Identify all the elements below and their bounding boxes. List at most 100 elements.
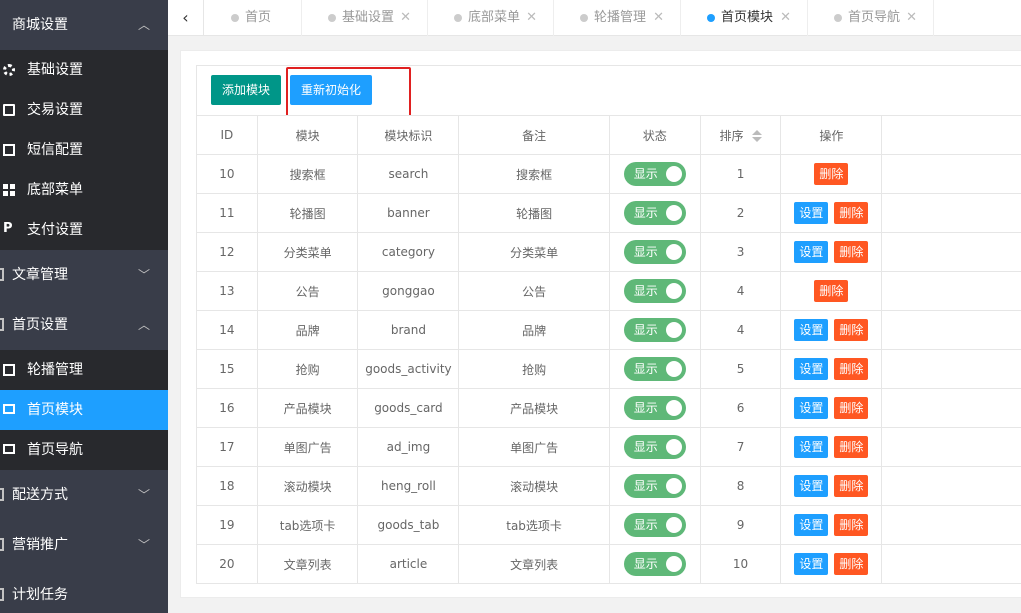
status-toggle[interactable]: 显示 [623, 279, 686, 303]
sidebar-item-label: 首页导航 [27, 442, 83, 458]
delete-button[interactable]: 删除 [814, 163, 849, 185]
grid-icon [3, 184, 15, 196]
close-icon[interactable]: ✕ [526, 0, 537, 36]
cell-note: 轮播图 [458, 193, 610, 233]
cell-module: 文章列表 [256, 544, 359, 584]
toggle-knob [665, 244, 682, 260]
set-button[interactable]: 设置 [794, 514, 829, 536]
close-icon[interactable]: ✕ [400, 0, 411, 36]
sidebar-group-marketing[interactable]: 营销推广 ﹀ [0, 520, 168, 570]
set-button[interactable]: 设置 [794, 319, 829, 341]
tab-label: 基础设置 [342, 10, 395, 25]
table-row: 17 单图广告 ad_img 单图广告 显示 7 设置 删除 [196, 427, 1021, 467]
sidebar-group-label: 配送方式 [12, 487, 68, 503]
add-module-button[interactable]: 添加模块 [211, 75, 282, 105]
cell-id: 18 [196, 466, 258, 506]
sidebar-group-label: 文章管理 [12, 267, 68, 283]
status-toggle-label: 显示 [633, 479, 658, 493]
cell-note: 单图广告 [458, 427, 610, 467]
delete-button[interactable]: 删除 [834, 241, 869, 263]
delete-button[interactable]: 删除 [834, 319, 869, 341]
tab-basic-settings[interactable]: 基础设置 ✕ [302, 0, 428, 36]
tab-banner-manage[interactable]: 轮播管理 ✕ [554, 0, 681, 36]
tab-home[interactable]: 首页 [205, 0, 302, 36]
status-toggle[interactable]: 显示 [623, 435, 686, 459]
sidebar-group-home-settings[interactable]: 首页设置 ︿ [0, 300, 168, 350]
sort-arrows-icon[interactable] [751, 130, 762, 142]
sidebar-item-home-nav[interactable]: 首页导航 [0, 430, 168, 470]
tab-bottom-menu[interactable]: 底部菜单 ✕ [428, 0, 554, 36]
status-toggle[interactable]: 显示 [623, 513, 686, 537]
sidebar-group-mall-settings[interactable]: 商城设置 ︿ [0, 0, 168, 50]
marketing-icon [0, 538, 4, 551]
cell-key: goods_activity [357, 349, 460, 389]
cell-actions: 设置 删除 [780, 232, 883, 272]
cell-key: goods_tab [357, 505, 460, 545]
cell-actions: 设置 删除 [780, 349, 883, 389]
sidebar-group-articles[interactable]: 文章管理 ﹀ [0, 250, 168, 300]
sidebar-item-home-modules[interactable]: 首页模块 [0, 390, 168, 430]
chevron-left-icon[interactable]: ‹ [168, 0, 204, 36]
cell-key: banner [357, 193, 460, 233]
status-toggle[interactable]: 显示 [623, 552, 686, 576]
sidebar-group-scheduled-tasks[interactable]: 计划任务 [0, 570, 168, 610]
cell-module: 单图广告 [256, 427, 359, 467]
sidebar-item-label: 首页模块 [27, 402, 83, 418]
table-row: 15 抢购 goods_activity 抢购 显示 5 设置 删除 [196, 349, 1021, 389]
mail-icon [3, 144, 15, 156]
delete-button[interactable]: 删除 [834, 553, 869, 575]
cell-note: 公告 [458, 271, 610, 311]
set-button[interactable]: 设置 [794, 553, 829, 575]
toggle-knob [665, 166, 682, 182]
status-toggle[interactable]: 显示 [623, 357, 686, 381]
set-button[interactable]: 设置 [794, 397, 829, 419]
delete-button[interactable]: 删除 [834, 358, 869, 380]
status-toggle[interactable]: 显示 [623, 201, 686, 225]
delete-button[interactable]: 删除 [814, 280, 849, 302]
col-header-empty [881, 115, 1021, 155]
table-body: 10 搜索框 search 搜索框 显示 1 删除 11 轮播图 banner 轮播图 显示 2 设置 删除… [196, 154, 1021, 584]
delete-button[interactable]: 删除 [834, 202, 869, 224]
cell-sort: 1 [699, 154, 782, 194]
set-button[interactable]: 设置 [794, 241, 829, 263]
cell-key: article [357, 544, 460, 584]
sidebar-item-basic-settings[interactable]: 基础设置 [0, 50, 168, 90]
delete-button[interactable]: 删除 [834, 475, 869, 497]
chevron-down-icon: ﹀ [137, 538, 150, 552]
paypal-icon: P [3, 221, 13, 236]
delete-button[interactable]: 删除 [834, 514, 869, 536]
sidebar-item-trade-settings[interactable]: 交易设置 [0, 90, 168, 130]
close-icon[interactable]: ✕ [780, 0, 791, 36]
cell-sort: 3 [699, 232, 782, 272]
gear-icon [3, 64, 15, 76]
cell-key: goods_card [357, 388, 460, 428]
set-button[interactable]: 设置 [794, 475, 829, 497]
sidebar-item-bottom-menu[interactable]: 底部菜单 [0, 170, 168, 210]
chevron-down-icon: ﹀ [137, 268, 150, 282]
sidebar-group-delivery[interactable]: 配送方式 ﹀ [0, 470, 168, 520]
tab-home-nav[interactable]: 首页导航 ✕ [808, 0, 934, 36]
delete-button[interactable]: 删除 [834, 397, 869, 419]
status-toggle[interactable]: 显示 [623, 240, 686, 264]
set-button[interactable]: 设置 [794, 202, 829, 224]
sidebar-item-payment-settings[interactable]: P 支付设置 [0, 210, 168, 250]
status-toggle[interactable]: 显示 [623, 474, 686, 498]
set-button[interactable]: 设置 [794, 358, 829, 380]
status-toggle[interactable]: 显示 [623, 318, 686, 342]
sidebar-item-banner-manage[interactable]: 轮播管理 [0, 350, 168, 390]
set-button[interactable]: 设置 [794, 436, 829, 458]
status-toggle[interactable]: 显示 [623, 162, 686, 186]
close-icon[interactable]: ✕ [906, 0, 917, 36]
tab-home-modules[interactable]: 首页模块 ✕ [681, 0, 808, 36]
cell-module: 抢购 [256, 349, 359, 389]
status-toggle[interactable]: 显示 [623, 396, 686, 420]
delete-button[interactable]: 删除 [834, 436, 869, 458]
sidebar-item-sms-config[interactable]: 短信配置 [0, 130, 168, 170]
col-header-sort[interactable]: 排序 [699, 115, 782, 155]
sidebar-item-label: 交易设置 [27, 102, 83, 118]
cell-key: search [357, 154, 460, 194]
status-toggle-label: 显示 [633, 518, 658, 532]
cell-actions: 设置 删除 [780, 505, 883, 545]
cell-note: tab选项卡 [458, 505, 610, 545]
close-icon[interactable]: ✕ [653, 0, 664, 36]
